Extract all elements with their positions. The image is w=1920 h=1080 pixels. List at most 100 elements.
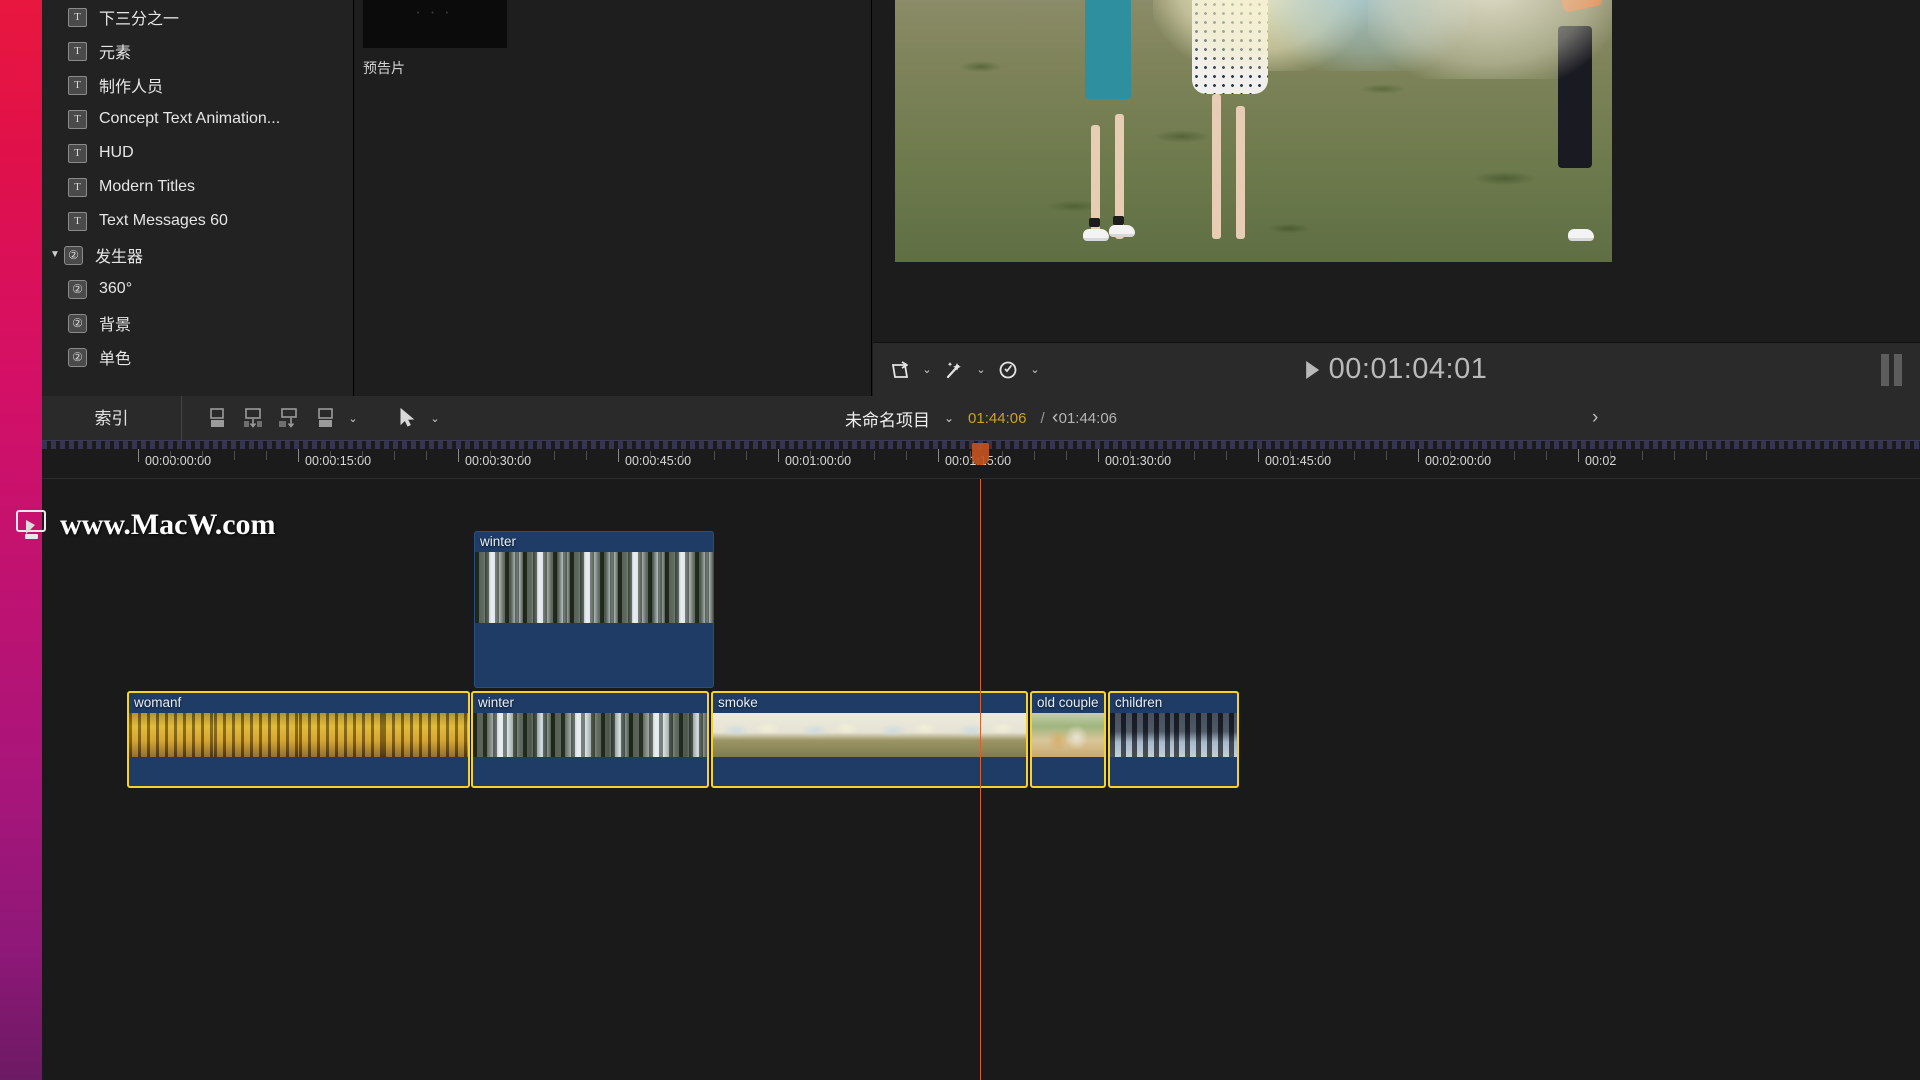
sidebar-item-6[interactable]: T Text Messages 60: [42, 204, 353, 238]
play-icon[interactable]: [1305, 360, 1319, 379]
filmstrip-frame: [629, 713, 707, 757]
ruler-tick-minor: [586, 451, 587, 460]
generator-icon: ②: [64, 245, 83, 265]
ruler-tick-major: [1578, 449, 1579, 462]
video-frame-image: [895, 0, 1612, 262]
clip-filmstrip: [1032, 713, 1104, 757]
sidebar-item-4[interactable]: T HUD: [42, 136, 353, 170]
ruler-tick-minor: [1002, 451, 1003, 460]
sidebar-item-label: Text Messages 60: [99, 212, 228, 229]
overwrite-clip-icon[interactable]: [310, 403, 340, 433]
viewer-timecode[interactable]: 00:01:04:01: [1329, 353, 1488, 386]
generator-icon: ②: [68, 313, 87, 333]
ruler-tick-minor: [394, 451, 395, 460]
ruler-tick-minor: [330, 451, 331, 460]
select-arrow-icon[interactable]: [392, 403, 422, 433]
filmstrip-frame: [791, 713, 870, 757]
sidebar-item-label: 单色: [99, 351, 132, 368]
ruler-tick-minor: [1450, 451, 1451, 460]
sidebar-item-10[interactable]: ② 单色: [42, 340, 353, 374]
transform-chevron-down-icon[interactable]: ⌄: [920, 363, 934, 376]
playhead[interactable]: [972, 443, 989, 1080]
ruler-tick-minor: [970, 451, 971, 460]
ruler-tick-major: [1258, 449, 1259, 462]
viewer-pane: ⌄ ⌄ ⌄ 00:01:04:01: [873, 0, 1920, 396]
timeline-clip[interactable]: winter: [474, 531, 714, 688]
filmstrip-frame: [1032, 713, 1104, 757]
watermark: www.MacW.com: [14, 508, 276, 542]
filmstrip-frame: [713, 713, 792, 757]
enhancement-chevron-down-icon[interactable]: ⌄: [974, 363, 988, 376]
timeline-clip[interactable]: winter: [471, 691, 709, 788]
ruler-tick-minor: [714, 451, 715, 460]
clip-name-label: old couple: [1037, 695, 1099, 710]
media-browser-pane[interactable]: TITLE HERE • • • 预告片: [355, 0, 872, 396]
disclosure-triangle-icon[interactable]: ▼: [48, 250, 62, 260]
timeline-tracks[interactable]: winter womanf winter smoke old couple childre…: [42, 443, 1920, 1080]
sidebar-item-label: HUD: [99, 144, 134, 161]
viewer-timecode-group[interactable]: 00:01:04:01: [1305, 353, 1488, 386]
retime-chevron-down-icon[interactable]: ⌄: [1028, 363, 1042, 376]
ruler-tick-minor: [234, 451, 235, 460]
browser-thumbnail[interactable]: TITLE HERE • • •: [363, 0, 507, 48]
sidebar-item-1[interactable]: T 元素: [42, 34, 353, 68]
video-preview[interactable]: [895, 0, 1612, 262]
filmstrip-frame: [522, 552, 571, 623]
timeline-clip[interactable]: old couple: [1030, 691, 1106, 788]
transform-icon[interactable]: [885, 355, 915, 385]
sidebar-item-0[interactable]: T 下三分之一: [42, 0, 353, 34]
ruler-tick-minor: [682, 451, 683, 460]
sidebar-item-label: 下三分之一: [99, 11, 180, 28]
clip-filmstrip: [475, 552, 713, 623]
connect-clip-icon[interactable]: [202, 403, 232, 433]
project-name[interactable]: 未命名项目: [845, 406, 930, 431]
ruler-tick-minor: [1066, 451, 1067, 460]
sidebar-item-5[interactable]: T Modern Titles: [42, 170, 353, 204]
nav-prev-button[interactable]: ‹: [1052, 407, 1058, 429]
watermark-text: www.MacW.com: [60, 508, 276, 541]
filmstrip-frame: [473, 713, 551, 757]
append-clip-icon[interactable]: [274, 403, 304, 433]
text-icon: T: [68, 177, 87, 197]
sidebar-item-9[interactable]: ② 背景: [42, 306, 353, 340]
ruler-label: 00:02: [1585, 454, 1617, 468]
select-tool-chevron-down-icon[interactable]: ⌄: [428, 412, 442, 425]
project-chevron-down-icon[interactable]: ⌄: [944, 411, 954, 425]
timeline-clip[interactable]: womanf: [127, 691, 470, 788]
retime-speed-icon[interactable]: [993, 355, 1023, 385]
sidebar-item-7[interactable]: ▼ ② 发生器: [42, 238, 353, 272]
filmstrip-frame: [298, 713, 384, 757]
ruler-tick-major: [618, 449, 619, 462]
ruler-tick-minor: [874, 451, 875, 460]
timeline-index-button[interactable]: 索引: [42, 395, 182, 441]
ruler-tick-major: [1098, 449, 1099, 462]
ruler-tick-minor: [1290, 451, 1291, 460]
enhancement-wand-icon[interactable]: [939, 355, 969, 385]
timeline-current-duration[interactable]: 01:44:06: [968, 410, 1026, 427]
ruler-tick-minor: [426, 451, 427, 460]
insert-clip-icon[interactable]: [238, 403, 268, 433]
sidebar-item-8[interactable]: ② 360°: [42, 272, 353, 306]
sidebar-item-2[interactable]: T 制作人员: [42, 68, 353, 102]
ruler-tick-minor: [1034, 451, 1035, 460]
ruler-tick-minor: [810, 451, 811, 460]
sidebar-item-label: Concept Text Animation...: [99, 110, 281, 127]
edit-tool-group: ⌄: [202, 403, 360, 433]
library-sidebar[interactable]: T 下三分之一 T 元素 T 制作人员 T Concept Text Animation...…: [42, 0, 354, 396]
nav-next-button[interactable]: ›: [1592, 407, 1598, 429]
ruler-tick-major: [298, 449, 299, 462]
browser-item[interactable]: TITLE HERE • • • 预告片: [363, 0, 513, 78]
monitor-icon: [14, 510, 50, 540]
timeline-clip[interactable]: children: [1108, 691, 1239, 788]
sidebar-item-label: 360°: [99, 280, 133, 297]
edit-tools-chevron-down-icon[interactable]: ⌄: [346, 412, 360, 425]
sidebar-item-3[interactable]: T Concept Text Animation...: [42, 102, 353, 136]
thumbnail-sub-overlay: • • •: [416, 10, 454, 17]
playhead-handle[interactable]: [972, 443, 989, 465]
viewer-toolbar: ⌄ ⌄ ⌄ 00:01:04:01: [873, 342, 1920, 396]
clip-name-label: children: [1115, 695, 1163, 710]
viewer-pause-indicator[interactable]: [1881, 353, 1902, 386]
sidebar-item-label: 发生器: [95, 249, 144, 266]
generator-icon: ②: [68, 279, 87, 299]
ruler-tick-minor: [1130, 451, 1131, 460]
